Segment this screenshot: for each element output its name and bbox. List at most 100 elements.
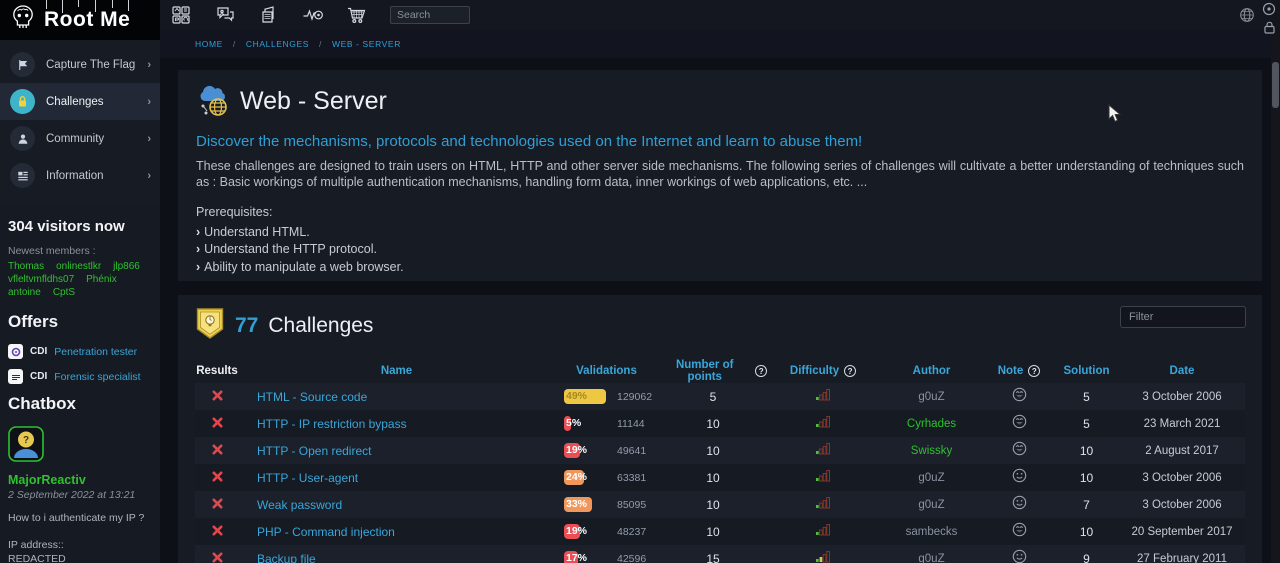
solution-count: 10 xyxy=(1080,525,1093,539)
challenge-link[interactable]: HTTP - User-agent xyxy=(257,471,358,485)
member-link[interactable]: Phénix xyxy=(86,274,117,285)
breadcrumb-separator: / xyxy=(233,39,236,49)
sidebar-item-information[interactable]: Information› xyxy=(0,157,160,194)
member-link[interactable]: vfleltvmfldhs07 xyxy=(8,274,74,285)
challenge-link[interactable]: Backup file xyxy=(257,552,316,563)
author-link[interactable]: g0uZ xyxy=(918,553,944,563)
validation-percent: 24% xyxy=(566,471,587,483)
challenge-link[interactable]: Weak password xyxy=(257,498,342,512)
solution-count: 5 xyxy=(1083,390,1090,404)
author-link[interactable]: sambecks xyxy=(906,526,958,538)
challenge-link[interactable]: HTML - Source code xyxy=(257,390,367,404)
not-validated-cross-icon xyxy=(212,550,223,563)
breadcrumb-item[interactable]: CHALLENGES xyxy=(246,39,309,49)
author-link[interactable]: g0uZ xyxy=(918,391,944,403)
validation-count: 129062 xyxy=(617,391,652,403)
offer-item: CDIForensic specialist xyxy=(8,369,152,384)
column-header-date: Date xyxy=(1119,365,1245,377)
difficulty-bars-icon xyxy=(816,415,831,433)
note-smiley-icon xyxy=(1012,414,1027,434)
breadcrumb-item: WEB - SERVER xyxy=(332,39,401,49)
help-question-icon[interactable]: ? xyxy=(844,365,856,377)
challenge-date: 2 August 2017 xyxy=(1145,445,1219,457)
help-question-icon[interactable]: ? xyxy=(755,365,767,377)
author-link[interactable]: g0uZ xyxy=(918,499,944,511)
column-header-validations: Validations xyxy=(554,365,659,377)
category-intro-panel: Web - Server Discover the mechanisms, pr… xyxy=(178,70,1262,281)
chat-username[interactable]: MajorReactiv xyxy=(8,473,152,487)
globe-icon[interactable] xyxy=(1239,7,1255,28)
lock-badge-icon[interactable] xyxy=(1262,20,1277,40)
scrollbar-thumb[interactable] xyxy=(1272,62,1279,108)
target-icon[interactable] xyxy=(1262,2,1276,21)
validation-count: 42596 xyxy=(617,553,646,563)
offer-item: CDIPenetration tester xyxy=(8,344,152,359)
challenge-rows: HTML - Source code49%1290625g0uZ53 Octob… xyxy=(195,383,1245,563)
page-scrollbar xyxy=(1271,0,1280,563)
pentest-offer-icon xyxy=(8,344,23,359)
challenge-link[interactable]: HTTP - Open redirect xyxy=(257,444,371,458)
sidebar-item-label: Community xyxy=(46,133,104,145)
column-header-author: Author xyxy=(879,365,984,377)
validation-percent-badge: 19% xyxy=(564,524,608,539)
offer-link[interactable]: Penetration tester xyxy=(54,346,137,358)
offer-link[interactable]: Forensic specialist xyxy=(54,371,140,383)
sidebar-item-community[interactable]: Community› xyxy=(0,120,160,157)
note-smiley-icon xyxy=(1012,549,1027,563)
member-link[interactable]: Thomas xyxy=(8,261,44,272)
breadcrumb-item[interactable]: HOME xyxy=(195,39,223,49)
newest-members-list: Thomas onlinestlkr jlp866 vfleltvmfldhs07 Ph… xyxy=(8,261,152,298)
news-icon xyxy=(10,163,35,188)
svg-text:?: ? xyxy=(23,435,29,446)
member-link[interactable]: antoine xyxy=(8,287,41,298)
forum-icon[interactable] xyxy=(214,4,236,26)
challenge-link[interactable]: HTTP - IP restriction bypass xyxy=(257,417,407,431)
column-header-name: Name xyxy=(239,365,554,377)
chat-message-line xyxy=(8,525,152,538)
member-link[interactable]: onlinestlkr xyxy=(56,261,101,272)
member-link[interactable]: CptS xyxy=(53,287,75,298)
prerequisites-label: Prerequisites: xyxy=(196,205,1244,219)
forensic-offer-icon xyxy=(8,369,23,384)
search-input[interactable] xyxy=(390,6,470,24)
author-link[interactable]: Cyrhades xyxy=(907,418,956,430)
validation-percent-badge: 19% xyxy=(564,443,608,458)
challenge-date: 3 October 2006 xyxy=(1142,391,1221,403)
table-row: PHP - Command injection19%4823710sambeck… xyxy=(195,518,1245,545)
logo[interactable]: Root Me xyxy=(0,0,160,40)
challenge-date: 27 February 2011 xyxy=(1137,553,1227,563)
author-link[interactable]: g0uZ xyxy=(918,472,944,484)
challenge-count: 77 xyxy=(235,314,258,338)
difficulty-bars-icon xyxy=(816,469,831,487)
validation-percent-badge: 33% xyxy=(564,497,608,512)
activity-icon[interactable] xyxy=(302,4,324,26)
offers-list: CDIPenetration tester CDIForensic special… xyxy=(8,344,152,384)
validation-percent-badge: 24% xyxy=(564,470,608,485)
not-validated-cross-icon xyxy=(212,523,223,541)
help-question-icon[interactable]: ? xyxy=(1028,365,1040,377)
sidebar-item-capture-the-flag[interactable]: Capture The Flag› xyxy=(0,46,160,83)
modules-icon[interactable] xyxy=(170,4,192,26)
column-header-number-of-points: Number of points? xyxy=(659,359,767,383)
filter-input[interactable] xyxy=(1120,306,1246,328)
prerequisite-item: ›Understand the HTTP protocol. xyxy=(196,241,1244,259)
member-link[interactable]: jlp866 xyxy=(113,261,140,272)
bullet-chevron-icon: › xyxy=(196,260,200,274)
root-me-app: Root Me Capture The Flag›Challenges›Comm… xyxy=(0,0,1280,563)
points-value: 10 xyxy=(706,525,719,539)
shop-cart-icon[interactable] xyxy=(346,4,368,26)
chevron-right-icon: › xyxy=(147,59,151,71)
docs-icon[interactable] xyxy=(258,4,280,26)
author-link[interactable]: Swissky xyxy=(911,445,953,457)
breadcrumb-separator: / xyxy=(319,39,322,49)
table-header: ResultsNameValidationsNumber of points?D… xyxy=(195,359,1245,383)
difficulty-bars-icon xyxy=(816,550,831,563)
note-smiley-icon xyxy=(1012,495,1027,515)
validation-percent: 5% xyxy=(566,417,581,429)
avatar[interactable]: ? xyxy=(8,426,44,467)
sidebar-item-challenges[interactable]: Challenges› xyxy=(0,83,160,120)
difficulty-bars-icon xyxy=(816,496,831,514)
not-validated-cross-icon xyxy=(212,415,223,433)
challenge-link[interactable]: PHP - Command injection xyxy=(257,525,395,539)
solution-count: 10 xyxy=(1080,444,1093,458)
